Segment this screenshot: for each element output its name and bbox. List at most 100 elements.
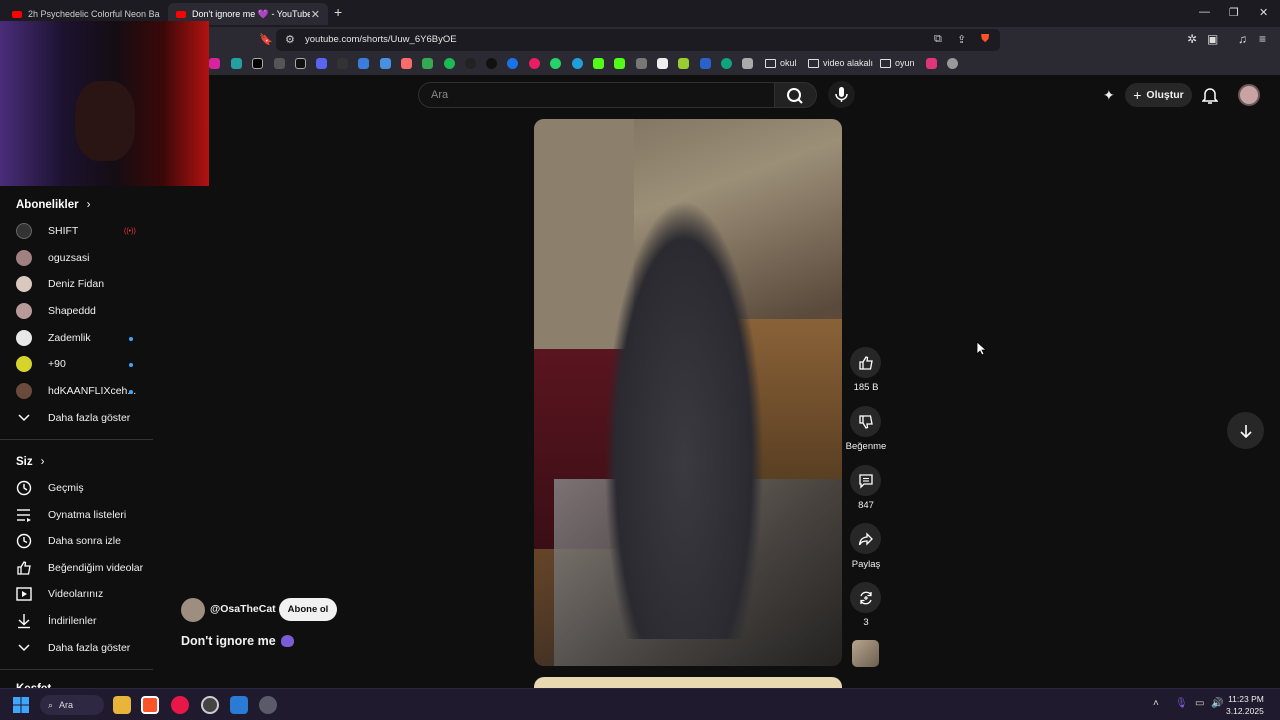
bookmark-icon[interactable] — [700, 58, 711, 69]
bookmark-icon[interactable] — [636, 58, 647, 69]
search-icon: ⌕ — [48, 699, 54, 710]
restore-icon[interactable]: ❐ — [1229, 6, 1239, 19]
discord-bookmark-icon[interactable] — [316, 58, 327, 69]
brave-browser-icon[interactable] — [141, 696, 159, 714]
menu-icon[interactable]: ≡ — [1259, 32, 1266, 46]
next-short-button[interactable] — [1227, 412, 1264, 449]
bookmark-folder-okul[interactable]: okul — [765, 58, 797, 68]
subscribe-button[interactable]: Abone ol — [279, 598, 337, 621]
bookmark-icon[interactable] — [401, 58, 412, 69]
windows-start-icon[interactable] — [13, 697, 29, 713]
bookmark-icon[interactable] — [742, 58, 753, 69]
globe-bookmark-icon[interactable] — [947, 58, 958, 69]
obs-icon[interactable] — [201, 696, 219, 714]
sidebar-channel-plus90[interactable]: +90 — [16, 354, 146, 374]
drive-bookmark-icon[interactable] — [422, 58, 433, 69]
streamer-face — [75, 81, 135, 161]
sidebar-item-liked-videos[interactable]: Beğendiğim videolar — [16, 558, 146, 578]
steam-icon[interactable] — [259, 696, 277, 714]
share-icon[interactable]: ⇪ — [957, 33, 966, 46]
sidebar-item-history[interactable]: Geçmiş — [16, 478, 146, 498]
capcut-bookmark-icon[interactable] — [337, 58, 348, 69]
x-bookmark-icon[interactable] — [252, 58, 263, 69]
search-input[interactable]: Ara — [418, 82, 775, 108]
system-clock[interactable]: 11:23 PM 3.12.2025 — [1226, 693, 1264, 717]
file-explorer-icon[interactable] — [113, 696, 131, 714]
channel-name[interactable]: @OsaTheCat — [210, 603, 276, 615]
short-video-player[interactable] — [534, 119, 842, 666]
site-info-icon[interactable]: ⚙ — [285, 33, 295, 46]
sidebar-channel-shapeddd[interactable]: Shapeddd — [16, 301, 146, 321]
search-button[interactable] — [775, 82, 817, 108]
bookmark-icon[interactable] — [358, 58, 369, 69]
media-icon[interactable]: ♫ — [1238, 32, 1247, 46]
youtube-favicon-icon — [176, 10, 186, 18]
sidebar-channel-hdkaanflix[interactable]: hdKAANFLIXceh... — [16, 381, 146, 401]
photos-icon[interactable] — [230, 696, 248, 714]
spotify-bookmark-icon[interactable] — [444, 58, 455, 69]
telegram-bookmark-icon[interactable] — [572, 58, 583, 69]
kick-bookmark-icon[interactable] — [614, 58, 625, 69]
bookmark-icon[interactable] — [465, 58, 476, 69]
open-external-icon[interactable]: ⧉ — [934, 33, 942, 46]
bookmark-icon[interactable] — [380, 58, 391, 69]
sidebar-item-downloads[interactable]: İndirilenler — [16, 611, 146, 631]
github-bookmark-icon[interactable] — [486, 58, 497, 69]
minimize-icon[interactable]: — — [1199, 6, 1210, 18]
sidebar-item-playlists[interactable]: Oynatma listeleri — [16, 505, 146, 525]
kick-bookmark-icon[interactable] — [593, 58, 604, 69]
search-icon — [787, 88, 803, 104]
folder-icon — [880, 58, 891, 68]
chatgpt-bookmark-icon[interactable] — [721, 58, 732, 69]
network-icon[interactable]: ▭ — [1195, 698, 1204, 709]
close-tab-icon[interactable]: ✕ — [311, 8, 320, 21]
voice-search-button[interactable] — [828, 81, 855, 108]
create-button[interactable]: + Oluştur — [1125, 83, 1192, 107]
url-field[interactable]: ⚙ youtube.com/shorts/Uuw_6Y6ByOE ⧉ ⇪ ⛊ — [276, 29, 1000, 51]
channel-avatar[interactable] — [181, 598, 205, 622]
yt-create-sparkle-icon[interactable]: ✦ — [1103, 87, 1115, 104]
tiktok-bookmark-icon[interactable] — [295, 58, 306, 69]
sidebar-show-more[interactable]: Daha fazla göster — [16, 408, 146, 428]
sidebar-toggle-icon[interactable]: ▣ — [1207, 32, 1218, 46]
new-content-dot — [129, 363, 133, 367]
account-avatar[interactable] — [1238, 84, 1260, 106]
sidebar-channel-oguzsasi[interactable]: oguzsasi — [16, 248, 146, 268]
bookmark-icon[interactable] — [678, 58, 689, 69]
comments-button[interactable] — [850, 465, 881, 496]
bookmark-icon[interactable] — [231, 58, 242, 69]
bookmark-folder-video[interactable]: video alakalı — [808, 58, 873, 68]
bookmark-icon[interactable]: 🔖 — [259, 33, 273, 46]
tray-overflow-icon[interactable]: ˄ — [1153, 698, 1159, 709]
instagram-bookmark-icon[interactable] — [209, 58, 220, 69]
you-heading[interactable]: Siz › — [16, 456, 44, 468]
notifications-bell-icon[interactable] — [1201, 86, 1219, 109]
sidebar-you-show-more[interactable]: Daha fazla göster — [16, 638, 146, 658]
like-button[interactable] — [850, 347, 881, 378]
whatsapp-bookmark-icon[interactable] — [550, 58, 561, 69]
sidebar-item-watch-later[interactable]: Daha sonra izle — [16, 531, 146, 551]
extensions-icon[interactable]: ✲ — [1187, 32, 1197, 46]
remix-button[interactable] — [850, 582, 881, 613]
sidebar-channel-zademlik[interactable]: Zademlik — [16, 328, 146, 348]
new-tab-icon[interactable]: + — [334, 4, 342, 20]
sidebar-item-your-videos[interactable]: Videolarınız — [16, 584, 146, 604]
taskbar-search[interactable]: ⌕ Ara — [40, 695, 104, 715]
sidebar-channel-deniz-fidan[interactable]: Deniz Fidan — [16, 274, 146, 294]
dislike-button[interactable] — [850, 406, 881, 437]
bookmark-icon[interactable] — [926, 58, 937, 69]
subscriptions-heading[interactable]: Abonelikler › — [16, 199, 90, 211]
share-button[interactable] — [850, 523, 881, 554]
bookmark-icon[interactable] — [274, 58, 285, 69]
tray-app-icon[interactable]: 🎙 — [1175, 698, 1188, 709]
volume-icon[interactable]: 🔊 — [1211, 698, 1223, 709]
bookmark-icon[interactable] — [507, 58, 518, 69]
media-player-icon[interactable] — [171, 696, 189, 714]
short-title: Don't ignore me — [181, 634, 276, 648]
sound-thumbnail[interactable] — [852, 640, 879, 667]
close-window-icon[interactable]: ✕ — [1259, 6, 1268, 19]
bookmark-folder-oyun[interactable]: oyun — [880, 58, 915, 68]
brave-shield-icon[interactable]: ⛊ — [981, 33, 989, 46]
bookmark-icon[interactable] — [657, 58, 668, 69]
bookmark-icon[interactable] — [529, 58, 540, 69]
